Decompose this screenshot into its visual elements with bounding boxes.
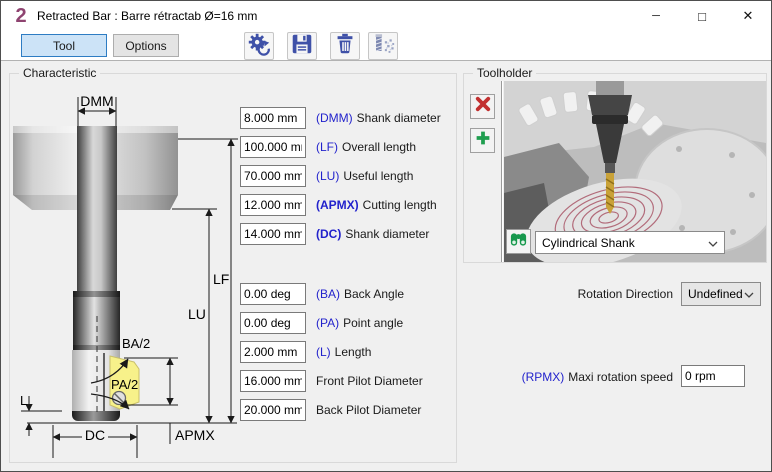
rpmx-code: (RPMX) bbox=[522, 370, 565, 384]
toolholder-group: Toolholder bbox=[463, 73, 767, 263]
lf-label: (LF)Overall length bbox=[316, 136, 416, 158]
apmx-label: (APMX)Cutting length bbox=[316, 194, 437, 216]
rpmx-label: (RPMX)Maxi rotation speed bbox=[501, 366, 673, 388]
diagram-label-lf: LF bbox=[213, 271, 229, 287]
lf-code: (LF) bbox=[316, 140, 338, 154]
dmm-code: (DMM) bbox=[316, 111, 353, 125]
ba-label: (BA)Back Angle bbox=[316, 283, 404, 305]
minimize-button[interactable]: ─ bbox=[633, 1, 679, 31]
tool-definition-dialog: 2 Retracted Bar : Barre rétractab Ø=16 m… bbox=[0, 0, 772, 472]
apmx-code: (APMX) bbox=[316, 198, 359, 212]
add-toolholder-button[interactable] bbox=[470, 128, 495, 153]
characteristic-group: Characteristic bbox=[9, 73, 457, 463]
l-input[interactable] bbox=[240, 341, 306, 363]
toolholder-group-label: Toolholder bbox=[473, 66, 536, 80]
remove-toolholder-button[interactable] bbox=[470, 94, 495, 119]
update-button[interactable] bbox=[244, 32, 274, 60]
l-code: (L) bbox=[316, 345, 331, 359]
diagram-label-ba2: BA/2 bbox=[122, 336, 150, 351]
trash-can-icon bbox=[332, 31, 358, 62]
binoculars-icon bbox=[509, 230, 528, 254]
diagram-label-pa2: PA/2 bbox=[111, 377, 138, 392]
lu-label: (LU)Useful length bbox=[316, 165, 413, 187]
back-pilot-input[interactable] bbox=[240, 399, 306, 421]
diagram-label-dc: DC bbox=[85, 427, 105, 443]
floppy-disk-icon bbox=[289, 31, 315, 62]
pa-code: (PA) bbox=[316, 316, 339, 330]
tool-sparkle-icon bbox=[370, 31, 396, 62]
diagram-label-l: L bbox=[20, 393, 27, 408]
back-pilot-label: Back Pilot Diameter bbox=[316, 399, 421, 421]
lf-input[interactable] bbox=[240, 136, 306, 158]
minimize-icon: ─ bbox=[652, 10, 660, 22]
l-label: (L)Length bbox=[316, 341, 371, 363]
dmm-label: (DMM)Shank diameter bbox=[316, 107, 441, 129]
maximize-button[interactable]: □ bbox=[679, 1, 725, 31]
delete-x-icon bbox=[474, 95, 492, 118]
rpmx-input[interactable] bbox=[681, 365, 745, 387]
title-bar: 2 Retracted Bar : Barre rétractab Ø=16 m… bbox=[1, 1, 771, 31]
delete-button[interactable] bbox=[330, 32, 360, 60]
rotation-direction-label: Rotation Direction bbox=[541, 282, 673, 306]
pa-label: (PA)Point angle bbox=[316, 312, 403, 334]
window-title: Retracted Bar : Barre rétractab Ø=16 mm bbox=[37, 9, 257, 23]
maximize-icon: □ bbox=[698, 9, 706, 24]
shank-type-select[interactable]: Cylindrical Shank bbox=[535, 231, 725, 254]
close-icon: ✕ bbox=[743, 8, 754, 24]
app-logo: 2 bbox=[11, 5, 31, 27]
tab-options[interactable]: Options bbox=[113, 34, 179, 57]
diagram-label-apmx: APMX bbox=[175, 427, 215, 443]
dc-code: (DC) bbox=[316, 227, 341, 241]
chevron-down-icon bbox=[744, 287, 754, 301]
compute-button[interactable] bbox=[368, 32, 398, 60]
close-button[interactable]: ✕ bbox=[725, 1, 771, 31]
diagram-label-dmm: DMM bbox=[80, 93, 113, 109]
dc-input[interactable] bbox=[240, 223, 306, 245]
rotation-direction-select[interactable]: Undefined bbox=[681, 282, 761, 306]
lu-input[interactable] bbox=[240, 165, 306, 187]
plus-icon bbox=[474, 129, 492, 152]
rotation-direction-value: Undefined bbox=[688, 287, 743, 301]
lu-code: (LU) bbox=[316, 169, 339, 183]
apmx-input[interactable] bbox=[240, 194, 306, 216]
search-toolholder-button[interactable] bbox=[506, 229, 531, 254]
tab-tool[interactable]: Tool bbox=[21, 34, 107, 57]
front-pilot-label: Front Pilot Diameter bbox=[316, 370, 423, 392]
ba-input[interactable] bbox=[240, 283, 306, 305]
characteristic-group-label: Characteristic bbox=[19, 66, 100, 80]
header: 2 Retracted Bar : Barre rétractab Ø=16 m… bbox=[1, 1, 771, 61]
dmm-input[interactable] bbox=[240, 107, 306, 129]
save-button[interactable] bbox=[287, 32, 317, 60]
toolholder-divider bbox=[501, 81, 503, 262]
pa-input[interactable] bbox=[240, 312, 306, 334]
diagram-label-lu: LU bbox=[188, 306, 206, 322]
front-pilot-input[interactable] bbox=[240, 370, 306, 392]
tool-diagram: DMM LF LU APMX L bbox=[12, 82, 242, 462]
dc-label: (DC)Shank diameter bbox=[316, 223, 429, 245]
shank-type-value: Cylindrical Shank bbox=[542, 236, 635, 250]
ba-code: (BA) bbox=[316, 287, 340, 301]
gear-refresh-icon bbox=[246, 31, 272, 62]
chevron-down-icon bbox=[708, 236, 718, 250]
